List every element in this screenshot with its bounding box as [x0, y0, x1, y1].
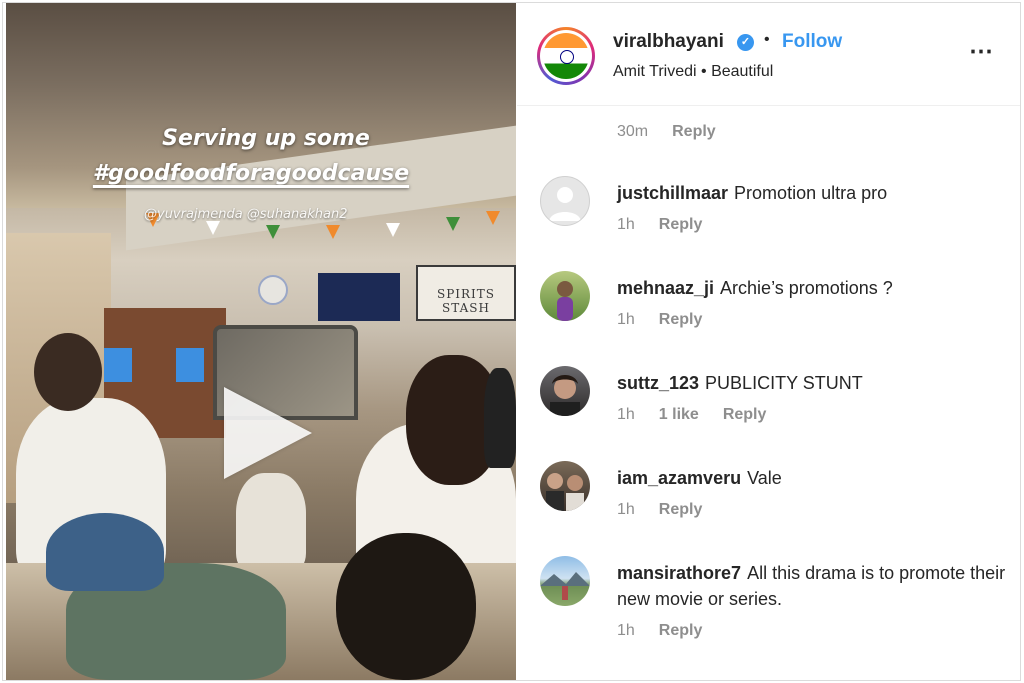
spirits-stash-sign: SPIRITS STASH — [416, 265, 516, 321]
reply-button[interactable]: Reply — [659, 501, 703, 518]
comment-meta: 1h Reply — [617, 216, 702, 234]
comment-meta: 1h Reply — [617, 622, 702, 640]
reply-button[interactable]: Reply — [659, 311, 703, 328]
comment-meta: 1h Reply — [617, 501, 702, 519]
avatar[interactable] — [540, 366, 590, 416]
avatar[interactable] — [537, 27, 595, 85]
person-beanie — [46, 513, 164, 591]
verified-badge-icon: ✓ — [737, 34, 754, 51]
wall-clock — [258, 275, 288, 305]
avatar[interactable] — [540, 556, 590, 606]
reply-button[interactable]: Reply — [723, 406, 767, 423]
bunting-flag — [446, 217, 460, 231]
audio-link[interactable]: Amit Trivedi • Beautiful — [613, 63, 773, 81]
comment-time: 1h — [617, 501, 635, 518]
comment-body: mehnaaz_ji Archie’s promotions ? — [617, 275, 1007, 301]
comment-username[interactable]: iam_azamveru — [617, 468, 741, 488]
more-options-icon[interactable]: ⋯ — [969, 37, 994, 66]
reply-button[interactable]: Reply — [672, 123, 716, 140]
comment-time: 1h — [617, 622, 635, 639]
bunting-flag — [326, 225, 340, 239]
default-avatar-icon[interactable] — [540, 176, 590, 226]
avatar[interactable] — [540, 461, 590, 511]
caption-time: 30m — [617, 123, 649, 140]
reply-button[interactable]: Reply — [659, 216, 703, 233]
username-link[interactable]: viralbhayani — [613, 31, 724, 53]
comment-meta: 1h Reply — [617, 311, 702, 329]
bunting-flag — [386, 223, 400, 237]
comment-meta: 1h 1 like Reply — [617, 406, 766, 424]
person — [236, 473, 306, 573]
caption-meta: 30m Reply — [617, 123, 716, 141]
blue-screen — [176, 348, 204, 382]
bunting-flag — [206, 221, 220, 235]
post-header: viralbhayani ✓ • Follow Amit Trivedi • B… — [517, 3, 1020, 106]
video-caption-hashtag: #goodfoodforagoodcause — [92, 161, 410, 186]
comment-username[interactable]: justchillmaar — [617, 183, 728, 203]
comment-time: 1h — [617, 406, 635, 423]
separator-dot: • — [764, 31, 770, 48]
blue-screen — [104, 348, 132, 382]
bunting-flag — [266, 225, 280, 239]
follow-button[interactable]: Follow — [782, 31, 842, 53]
video-tags: @yuvrajmenda @suhanakhan2 — [144, 207, 348, 222]
play-icon[interactable] — [224, 387, 312, 479]
comment-text: PUBLICITY STUNT — [705, 373, 863, 393]
comment-text: Promotion ultra pro — [734, 183, 888, 203]
comment-likes[interactable]: 1 like — [659, 406, 699, 423]
window — [318, 273, 400, 321]
comment-username[interactable]: mehnaaz_ji — [617, 278, 714, 298]
comment-body: justchillmaar Promotion ultra pro — [617, 180, 1007, 206]
bunting-flag — [486, 211, 500, 225]
person-head — [34, 333, 102, 411]
india-flag-icon — [543, 33, 589, 79]
reel-video[interactable]: SPIRITS STASH Serving up some #goodfoodf… — [6, 3, 516, 680]
video-caption-line1: Serving up some — [162, 126, 370, 151]
comment-body: mansirathore7 All this drama is to promot… — [617, 560, 1007, 612]
person — [484, 368, 516, 468]
avatar-border — [540, 30, 592, 82]
reply-button[interactable]: Reply — [659, 622, 703, 639]
comment-text: Vale — [747, 468, 782, 488]
comment-username[interactable]: suttz_123 — [617, 373, 699, 393]
comment-time: 1h — [617, 216, 635, 233]
person-head — [336, 533, 476, 680]
comment-body: iam_azamveru Vale — [617, 465, 1007, 491]
comment-time: 1h — [617, 311, 635, 328]
avatar[interactable] — [540, 271, 590, 321]
comment-body: suttz_123 PUBLICITY STUNT — [617, 370, 1007, 396]
comment-text: Archie’s promotions ? — [720, 278, 893, 298]
comment-username[interactable]: mansirathore7 — [617, 563, 741, 583]
